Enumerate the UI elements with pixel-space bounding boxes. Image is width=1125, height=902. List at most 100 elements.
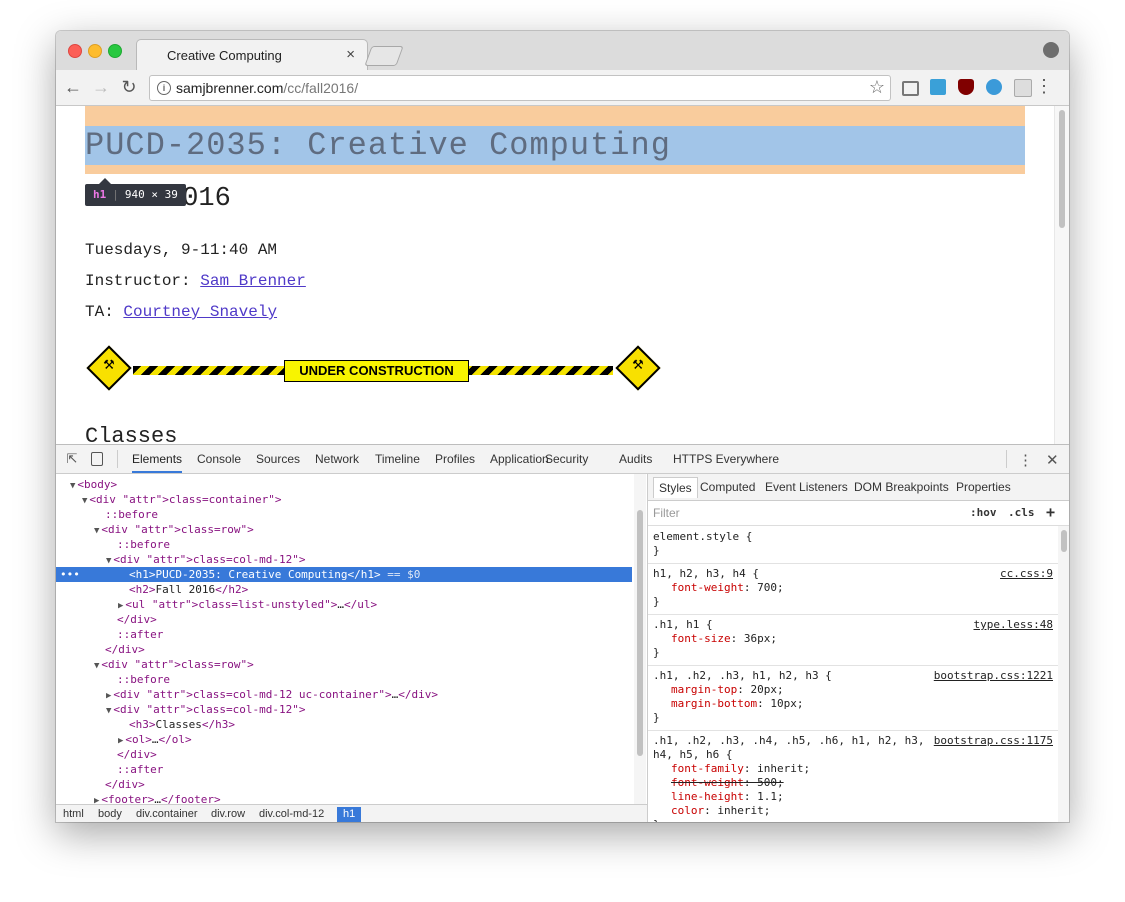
add-rule-icon[interactable]: + — [1046, 503, 1055, 521]
tab-close-icon[interactable]: × — [346, 46, 355, 63]
extension-s-icon[interactable] — [930, 79, 946, 95]
minimize-window-button[interactable] — [88, 44, 102, 58]
devtools-tab-profiles[interactable]: Profiles — [435, 445, 475, 473]
css-source-link[interactable]: type.less:48 — [974, 618, 1053, 631]
css-declaration[interactable]: color: inherit; — [653, 804, 770, 817]
filter-input[interactable]: Filter — [653, 506, 680, 520]
dom-node[interactable]: ▼ <div "attr">class=row"> — [94, 657, 254, 672]
device-toolbar-icon[interactable] — [91, 452, 103, 466]
dom-node[interactable]: ::after — [106, 627, 163, 642]
css-declaration[interactable]: line-height: 1.1; — [653, 790, 784, 803]
browser-menu-icon[interactable]: ⋮ — [1035, 76, 1053, 97]
devtools-tab-sources[interactable]: Sources — [256, 445, 300, 473]
dom-node[interactable]: <h3>Classes</h3> — [118, 717, 235, 732]
devtools-tab-security[interactable]: Security — [545, 445, 588, 473]
css-rule[interactable]: .h1, h1 {font-size: 36px;} type.less:48 — [648, 615, 1058, 666]
new-tab-button[interactable] — [364, 46, 404, 66]
breadcrumb-item[interactable]: body — [98, 808, 122, 820]
breadcrumb-item[interactable]: div.col-md-12 — [259, 808, 324, 820]
css-declaration[interactable]: font-size: 36px; — [653, 632, 777, 645]
breadcrumb-item[interactable]: html — [63, 808, 84, 820]
back-icon[interactable]: ← — [62, 76, 84, 98]
elements-tree: ••• ▼ <body> ▼ <div "attr">class=container"… — [56, 474, 646, 804]
css-declaration[interactable]: font-family: inherit; — [653, 762, 810, 775]
styles-tab-styles[interactable]: Styles — [653, 477, 698, 498]
breadcrumb-item[interactable]: div.container — [136, 808, 198, 820]
css-declaration[interactable]: font-weight: 500; — [653, 776, 784, 789]
info-icon[interactable]: i — [157, 81, 171, 95]
dom-node[interactable]: ▼ <div "attr">class=col-md-12"> — [106, 702, 306, 717]
styles-tab-computed[interactable]: Computed — [700, 480, 755, 494]
styles-tab-properties[interactable]: Properties — [956, 480, 1011, 494]
elements-scrollbar[interactable] — [634, 474, 646, 804]
css-rule[interactable]: h1, h2, h3, h4 {font-weight: 700;} cc.css… — [648, 564, 1058, 615]
class-toggle-button[interactable]: .cls — [1008, 506, 1035, 519]
devtools-tab-application[interactable]: Application — [490, 445, 549, 473]
dom-node[interactable]: ▼ <body> — [70, 477, 117, 492]
close-window-button[interactable] — [68, 44, 82, 58]
browser-window: Creative Computing × ← → ↻ i samjbrenner… — [56, 31, 1069, 822]
dom-node[interactable]: ::before — [106, 672, 170, 687]
breadcrumb-item[interactable]: div.row — [211, 808, 245, 820]
devtools-tab-elements[interactable]: Elements — [132, 445, 183, 473]
ta-link[interactable]: Courtney Snavely — [123, 303, 277, 321]
devtools-tab-network[interactable]: Network — [315, 445, 359, 473]
styles-scrollbar[interactable] — [1058, 526, 1069, 822]
css-source-link[interactable]: cc.css:9 — [1000, 567, 1053, 580]
dom-node[interactable]: </div> — [106, 747, 157, 762]
extension-grey-icon[interactable] — [1014, 79, 1032, 97]
ublock-icon[interactable] — [958, 79, 974, 95]
css-rule[interactable]: .h1, .h2, .h3, .h4, .h5, .h6, h1, h2, h3… — [648, 731, 1058, 822]
maximize-window-button[interactable] — [108, 44, 122, 58]
bookmark-star-icon[interactable]: ☆ — [869, 77, 885, 98]
styles-tab-event-listeners[interactable]: Event Listeners — [765, 480, 848, 494]
styles-tab-dom-breakpoints[interactable]: DOM Breakpoints — [854, 480, 949, 494]
dom-node[interactable]: ::before — [106, 537, 170, 552]
instructor-link[interactable]: Sam Brenner — [200, 272, 306, 290]
styles-filter[interactable]: Filter :hov .cls + — [648, 501, 1069, 526]
dom-node[interactable]: ▼ <div "attr">class=container"> — [82, 492, 282, 507]
dom-node[interactable]: ::after — [106, 762, 163, 777]
devtools-tab-https-everywhere[interactable]: HTTPS Everywhere — [673, 445, 779, 473]
dom-node[interactable]: ::before — [94, 507, 158, 522]
hover-state-button[interactable]: :hov — [970, 506, 997, 519]
cast-icon[interactable] — [902, 81, 919, 96]
css-declaration[interactable]: margin-top: 20px; — [653, 683, 784, 696]
css-declaration[interactable]: font-weight: 700; — [653, 581, 784, 594]
address-bar[interactable]: i samjbrenner.com/cc/fall2016/ ☆ — [149, 75, 891, 101]
dom-node[interactable]: <h1>PUCD-2035: Creative Computing</h1> =… — [118, 567, 420, 582]
dom-node[interactable]: </div> — [94, 777, 145, 792]
dom-node[interactable]: <h2>Fall 2016</h2> — [118, 582, 248, 597]
dom-node[interactable]: </div> — [94, 642, 145, 657]
page-scrollbar[interactable] — [1054, 106, 1069, 444]
dom-node[interactable]: ▶ <ul "attr">class=list-unstyled">…</ul> — [118, 597, 377, 612]
devtools-tab-console[interactable]: Console — [197, 445, 241, 473]
dom-node[interactable]: ▶ <footer>…</footer> — [94, 792, 221, 804]
devtools-tab-timeline[interactable]: Timeline — [375, 445, 420, 473]
browser-tab[interactable]: Creative Computing × — [136, 39, 368, 71]
css-source-link[interactable]: bootstrap.css:1175 — [934, 734, 1053, 747]
worker-sign-icon: ⚒ — [86, 345, 132, 391]
dom-node[interactable]: ▼ <div "attr">class=col-md-12"> — [106, 552, 306, 567]
node-more-icon[interactable]: ••• — [60, 567, 80, 582]
css-source-link[interactable]: bootstrap.css:1221 — [934, 669, 1053, 682]
css-rule[interactable]: element.style {} — [648, 527, 1058, 564]
dom-node[interactable]: ▼ <div "attr">class=row"> — [94, 522, 254, 537]
styles-pane: Styles Computed Event Listeners DOM Breakpo… — [647, 474, 1069, 822]
privacy-badger-icon[interactable] — [986, 79, 1002, 95]
css-rule-line: } — [653, 711, 660, 724]
devtools-close-icon[interactable]: ✕ — [1046, 451, 1059, 469]
breadcrumb-item[interactable]: h1 — [337, 807, 362, 822]
inspect-element-icon[interactable]: ⇱ — [65, 452, 79, 466]
css-rule-line: .h1, .h2, .h3, h1, h2, h3 { — [653, 669, 832, 682]
reload-icon[interactable]: ↻ — [118, 76, 140, 98]
css-declaration[interactable]: margin-bottom: 10px; — [653, 697, 803, 710]
profile-icon[interactable] — [1043, 42, 1059, 58]
devtools-menu-icon[interactable]: ⋮ — [1018, 451, 1033, 469]
dom-node[interactable]: ▶ <div "attr">class=col-md-12 uc-containe… — [106, 687, 438, 702]
dom-node[interactable]: </div> — [106, 612, 157, 627]
forward-icon[interactable]: → — [90, 76, 112, 98]
devtools-tab-audits[interactable]: Audits — [619, 445, 652, 473]
css-rule[interactable]: .h1, .h2, .h3, h1, h2, h3 {margin-top: 2… — [648, 666, 1058, 731]
dom-node[interactable]: ▶ <ol>…</ol> — [118, 732, 192, 747]
